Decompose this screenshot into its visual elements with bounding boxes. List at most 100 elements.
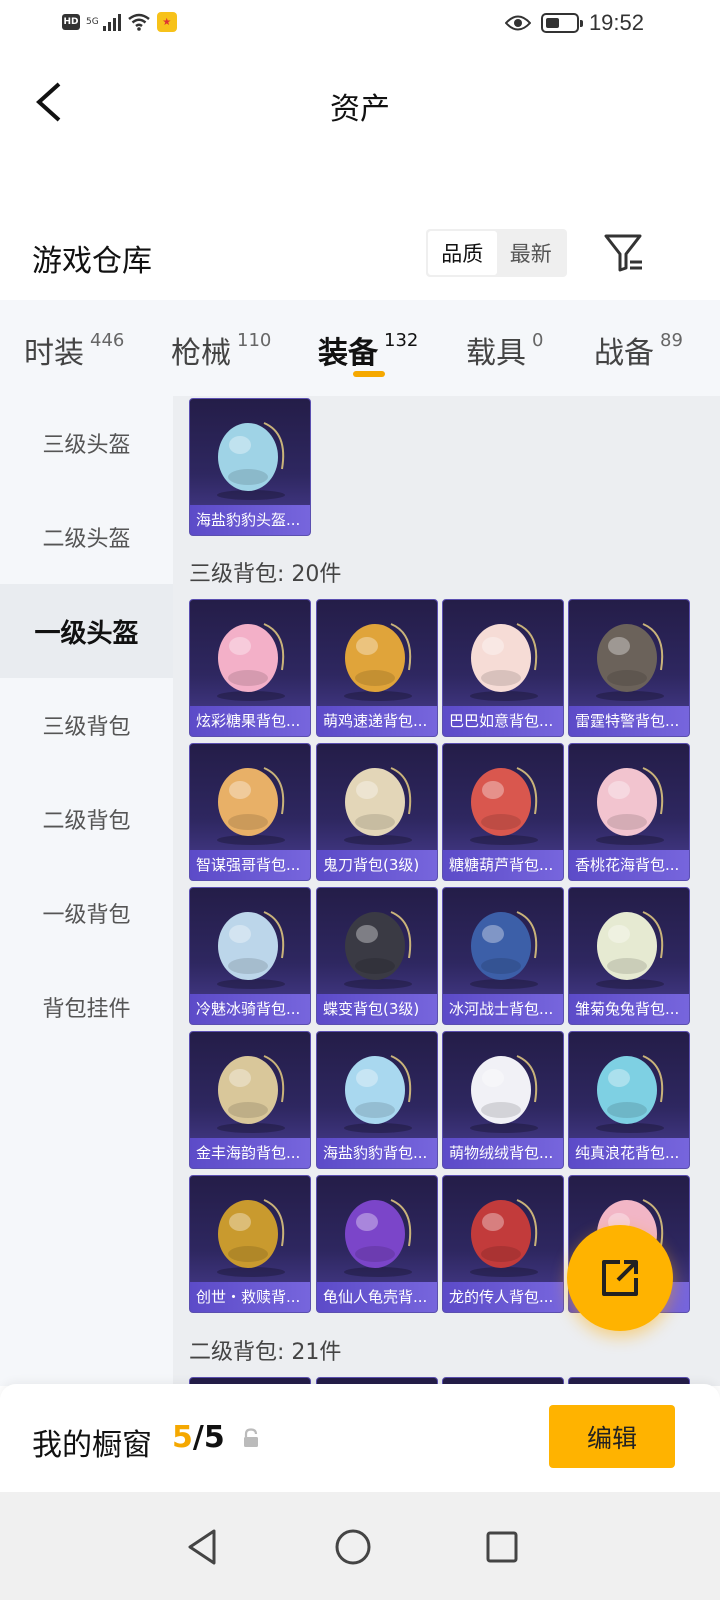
sidebar-item-lv2-backpack[interactable]: 二级背包: [0, 772, 173, 866]
item-name: 冷魅冰骑背包...: [190, 994, 310, 1024]
item-card[interactable]: 冰河战士背包...: [442, 887, 564, 1025]
tab-label: 时装: [24, 336, 84, 371]
tab-label: 枪械: [171, 336, 231, 371]
square-recents-icon: [486, 1531, 518, 1563]
warehouse-title: 游戏仓库: [32, 244, 152, 279]
ice-backpack-icon: [217, 911, 285, 989]
item-name: 金丰海韵背包...: [190, 1138, 310, 1168]
bunny-backpack-icon: [470, 623, 538, 701]
item-card[interactable]: 巴巴如意背包...: [442, 599, 564, 737]
item-card[interactable]: 龟仙人龟壳背...: [316, 1175, 438, 1313]
filter-button[interactable]: [600, 230, 648, 278]
item-card[interactable]: 蝶变背包(3级): [316, 887, 438, 1025]
network-type: 5G: [86, 17, 99, 27]
item-card[interactable]: 雷霆特警背包...: [568, 599, 690, 737]
sidebar-item-backpack-charm[interactable]: 背包挂件: [0, 960, 173, 1054]
item-name: 萌物绒绒背包...: [443, 1138, 563, 1168]
showcase-label: 我的橱窗: [32, 1428, 152, 1463]
item-card[interactable]: 萌物绒绒背包...: [442, 1031, 564, 1169]
sidebar-item-lv2-helmet[interactable]: 二级头盔: [0, 490, 173, 584]
sidebar-item-lv1-helmet[interactable]: 一级头盔: [0, 584, 173, 678]
sidebar-item-lv3-helmet[interactable]: 三级头盔: [0, 396, 173, 490]
clock: 19:52: [588, 10, 644, 35]
item-name: 冰河战士背包...: [443, 994, 563, 1024]
tab-count: 0: [532, 330, 544, 351]
tab-fashion[interactable]: 时装 446: [24, 328, 124, 372]
cake-backpack-icon: [217, 767, 285, 845]
genesis-backpack-icon: [217, 1199, 285, 1277]
item-name: 巴巴如意背包...: [443, 706, 563, 736]
sidebar-item-lv1-backpack[interactable]: 一级背包: [0, 866, 173, 960]
item-name: 蝶变背包(3级): [317, 994, 437, 1024]
item-name: 香桃花海背包...: [569, 850, 689, 880]
item-card[interactable]: 冷魅冰骑背包...: [189, 887, 311, 1025]
triangle-back-icon: [188, 1529, 216, 1565]
daisy-backpack-icon: [596, 911, 664, 989]
tab-count: 446: [90, 330, 125, 351]
item-name: 纯真浪花背包...: [569, 1138, 689, 1168]
dragon-backpack-icon: [470, 1199, 538, 1277]
wave-backpack-icon: [596, 1055, 664, 1133]
tab-count: 132: [384, 330, 419, 351]
nav-home-button[interactable]: [328, 1522, 378, 1572]
item-card[interactable]: 雏菊兔兔背包...: [568, 887, 690, 1025]
share-icon: [602, 1260, 638, 1296]
item-name: 创世・救赎背...: [190, 1282, 310, 1312]
subcategory-sidebar: 三级头盔 二级头盔 一级头盔 三级背包 二级背包 一级背包 背包挂件: [0, 396, 173, 1386]
battery-level: [545, 18, 559, 28]
blade-backpack-icon: [344, 767, 412, 845]
active-tab-indicator: [353, 371, 385, 377]
item-card[interactable]: 海盐豹豹头盔...: [189, 398, 311, 536]
wifi-icon: [127, 13, 150, 31]
item-card[interactable]: 龙的传人背包...: [442, 1175, 564, 1313]
tab-count: 89: [660, 330, 683, 351]
plush-backpack-icon: [470, 1055, 538, 1133]
item-name: 龟仙人龟壳背...: [317, 1282, 437, 1312]
sidebar-item-lv3-backpack[interactable]: 三级背包: [0, 678, 173, 772]
section-label: 三级背包: 20件: [189, 562, 342, 587]
item-card[interactable]: 萌鸡速递背包...: [316, 599, 438, 737]
item-name: 炫彩糖果背包...: [190, 706, 310, 736]
tab-label: 载具: [466, 336, 526, 371]
showcase-count: 5/5: [172, 1420, 225, 1455]
app-notification-icon: ★: [156, 12, 177, 32]
item-card[interactable]: 金丰海韵背包...: [189, 1031, 311, 1169]
item-name: 鬼刀背包(3级): [317, 850, 437, 880]
butterfly-backpack-icon: [344, 911, 412, 989]
battery-icon: [540, 13, 583, 33]
tab-guns[interactable]: 枪械 110: [171, 328, 271, 372]
tab-supplies[interactable]: 战备 89: [594, 328, 683, 372]
eye-icon: [504, 15, 531, 31]
item-card[interactable]: 创世・救赎背...: [189, 1175, 311, 1313]
tab-label: 装备: [318, 336, 378, 371]
tab-equipment[interactable]: 装备 132: [318, 328, 418, 372]
section-label: 二级背包: 21件: [189, 1340, 342, 1365]
filter-icon: [604, 234, 642, 272]
item-card[interactable]: 鬼刀背包(3级): [316, 743, 438, 881]
edit-button[interactable]: 编辑: [549, 1405, 675, 1468]
item-name: 龙的传人背包...: [443, 1282, 563, 1312]
page-title: 资产: [330, 92, 390, 127]
tactical-backpack-icon: [596, 623, 664, 701]
item-card[interactable]: 糖糖葫芦背包...: [442, 743, 564, 881]
item-card[interactable]: 海盐豹豹背包...: [316, 1031, 438, 1169]
item-card[interactable]: 炫彩糖果背包...: [189, 599, 311, 737]
item-name: 糖糖葫芦背包...: [443, 850, 563, 880]
tab-vehicles[interactable]: 载具 0: [466, 328, 543, 372]
nav-recents-button[interactable]: [477, 1522, 527, 1572]
sort-option-newest[interactable]: 最新: [497, 231, 566, 275]
gourd-backpack-icon: [470, 767, 538, 845]
share-button[interactable]: [567, 1225, 673, 1331]
status-left: HD 5G ★: [62, 12, 177, 32]
item-card[interactable]: 香桃花海背包...: [568, 743, 690, 881]
item-name: 海盐豹豹头盔...: [190, 505, 310, 535]
showcase-current: 5: [172, 1420, 193, 1455]
sort-option-quality[interactable]: 品质: [428, 231, 497, 275]
tab-count: 110: [237, 330, 272, 351]
item-card[interactable]: 智谋强哥背包...: [189, 743, 311, 881]
status-bar: HD 5G ★ 19:52: [0, 0, 720, 50]
turtle-backpack-icon: [344, 1199, 412, 1277]
item-card[interactable]: 纯真浪花背包...: [568, 1031, 690, 1169]
showcase-bar: 我的橱窗 5/5 编辑: [0, 1384, 720, 1492]
nav-back-button[interactable]: [177, 1522, 227, 1572]
